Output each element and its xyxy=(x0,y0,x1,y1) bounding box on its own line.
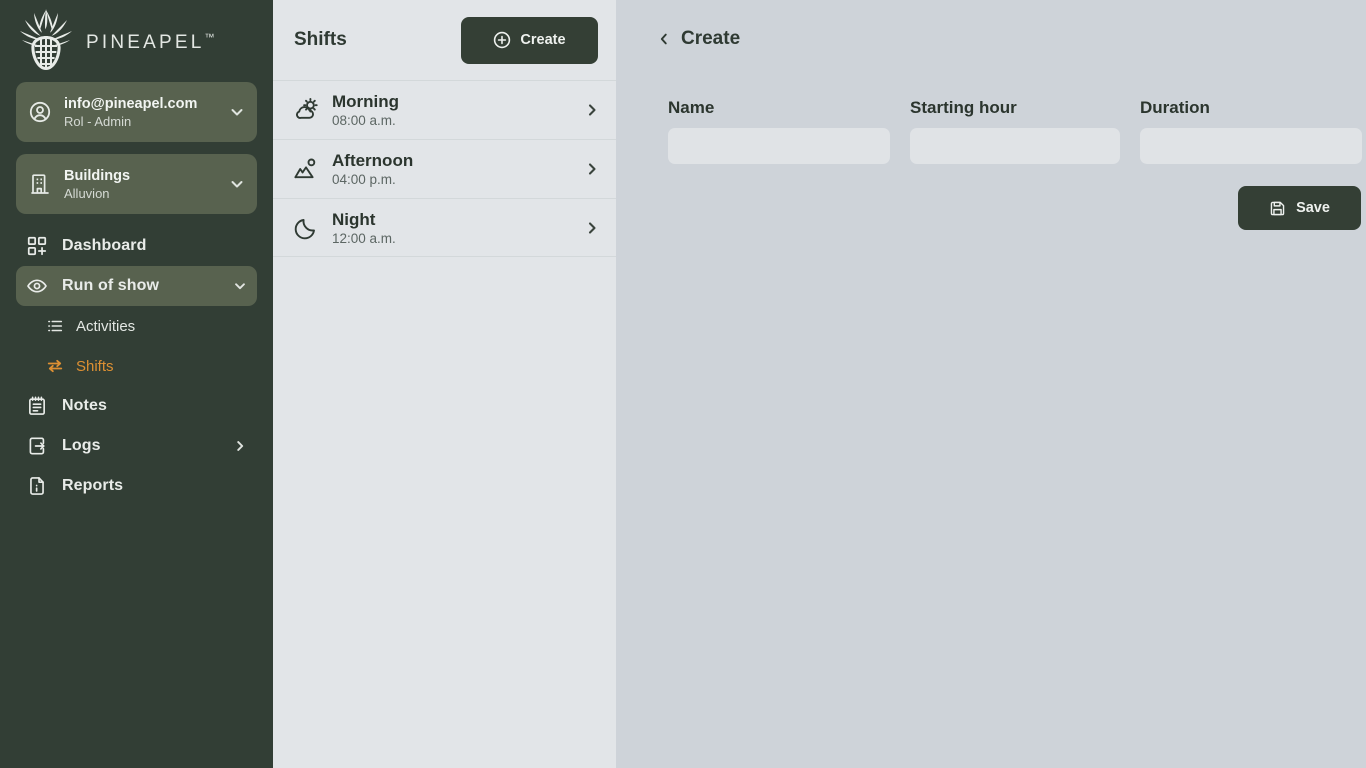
file-export-icon xyxy=(26,435,48,457)
starting-hour-label: Starting hour xyxy=(910,98,1017,117)
shift-hour: 12:00 a.m. xyxy=(332,230,396,246)
sidebar-subitem-label: Shifts xyxy=(76,357,114,375)
sidebar-item-label: Run of show xyxy=(62,277,160,294)
page-title: Shifts xyxy=(294,29,347,50)
sidebar-item-notes[interactable]: Notes xyxy=(16,386,257,426)
shift-list-item-afternoon[interactable]: Afternoon 04:00 p.m. xyxy=(273,139,616,198)
sidebar-item-shifts[interactable]: Shifts xyxy=(46,346,257,386)
sidebar-item-dashboard[interactable]: Dashboard xyxy=(16,226,257,266)
brand-logo[interactable]: PINEAPEL™ xyxy=(0,0,273,82)
detail-header: Create xyxy=(656,0,1362,78)
eye-icon xyxy=(26,275,48,297)
field-duration: Duration xyxy=(1140,98,1362,164)
sun-cloud-icon xyxy=(293,97,319,123)
shift-hour: 08:00 a.m. xyxy=(332,113,396,128)
sidebar-item-activities[interactable]: Activities xyxy=(46,306,257,346)
trademark-symbol: ™ xyxy=(204,32,215,44)
sidebar-item-label: Dashboard xyxy=(62,237,147,254)
save-button-label: Save xyxy=(1296,200,1330,216)
chevron-right-icon[interactable] xyxy=(584,161,600,177)
sidebar-item-label: Reports xyxy=(62,477,124,494)
sidebar-item-logs[interactable]: Logs xyxy=(16,426,257,466)
shifts-list-header: Shifts Create xyxy=(273,0,616,80)
chevron-right-icon[interactable] xyxy=(584,102,600,118)
save-button[interactable]: Save xyxy=(1238,186,1361,230)
building-value: Alluvion xyxy=(64,185,110,201)
field-starting-hour: Starting hour xyxy=(910,98,1120,164)
brand-name: PINEAPEL™ xyxy=(86,32,215,53)
list-icon xyxy=(46,317,64,335)
sidebar: PINEAPEL™ info@pineapel.com Rol - Admin xyxy=(0,0,273,768)
sidebar-item-reports[interactable]: Reports xyxy=(16,466,257,506)
duration-input[interactable] xyxy=(1140,128,1362,164)
sidebar-item-run-of-show[interactable]: Run of show xyxy=(16,266,257,306)
notepad-icon xyxy=(26,395,48,417)
dashboard-grid-plus-icon xyxy=(26,235,48,257)
shift-list-item-morning[interactable]: Morning 08:00 a.m. xyxy=(273,80,616,139)
shifts-list-panel: Shifts Create Morning 08:00 a.m. Afterno… xyxy=(273,0,616,768)
chevron-left-icon[interactable] xyxy=(657,32,671,46)
starting-hour-input[interactable] xyxy=(910,128,1120,164)
floppy-save-icon xyxy=(1269,200,1286,217)
sidebar-subitem-label: Activities xyxy=(76,317,136,335)
pineapple-icon xyxy=(16,7,76,75)
building-icon xyxy=(28,172,52,196)
moon-icon xyxy=(293,215,319,241)
create-button[interactable]: Create xyxy=(461,16,598,64)
name-label: Name xyxy=(668,98,715,117)
shift-hour: 04:00 p.m. xyxy=(332,172,396,187)
account-email: info@pineapel.com xyxy=(64,95,198,112)
chevron-down-icon[interactable] xyxy=(229,176,245,192)
shift-list-item-night[interactable]: Night 12:00 a.m. xyxy=(273,198,616,257)
create-button-label: Create xyxy=(520,32,566,48)
chevron-right-icon[interactable] xyxy=(584,220,600,236)
sunset-icon xyxy=(293,156,319,182)
building-selector[interactable]: Buildings Alluvion xyxy=(16,154,257,214)
chevron-down-icon[interactable] xyxy=(233,279,247,293)
detail-title: Create xyxy=(681,28,741,49)
app-root: PINEAPEL™ info@pineapel.com Rol - Admin xyxy=(0,0,1366,768)
field-name: Name xyxy=(668,98,890,164)
plus-circle-icon xyxy=(493,31,511,49)
save-row: Save xyxy=(656,186,1362,230)
shift-arrows-icon xyxy=(46,357,64,375)
shift-name: Afternoon xyxy=(332,151,414,170)
chevron-down-icon[interactable] xyxy=(229,104,245,120)
chevron-right-icon[interactable] xyxy=(233,439,247,453)
building-label: Buildings xyxy=(64,167,131,184)
name-input[interactable] xyxy=(668,128,890,164)
duration-label: Duration xyxy=(1140,98,1210,117)
file-info-icon xyxy=(26,475,48,497)
sidebar-item-label: Notes xyxy=(62,397,107,414)
account-role: Rol - Admin xyxy=(64,113,132,129)
sidebar-item-label: Logs xyxy=(62,437,101,454)
shift-create-panel: Create Name Starting hour Duration Save xyxy=(616,0,1366,768)
shift-name: Night xyxy=(332,209,376,229)
shift-name: Morning xyxy=(332,92,400,111)
account-selector[interactable]: info@pineapel.com Rol - Admin xyxy=(16,82,257,142)
user-circle-icon xyxy=(28,100,52,124)
shift-form: Name Starting hour Duration xyxy=(656,98,1362,164)
main-navigation: Dashboard Run of show Activities Shifts … xyxy=(0,226,273,506)
